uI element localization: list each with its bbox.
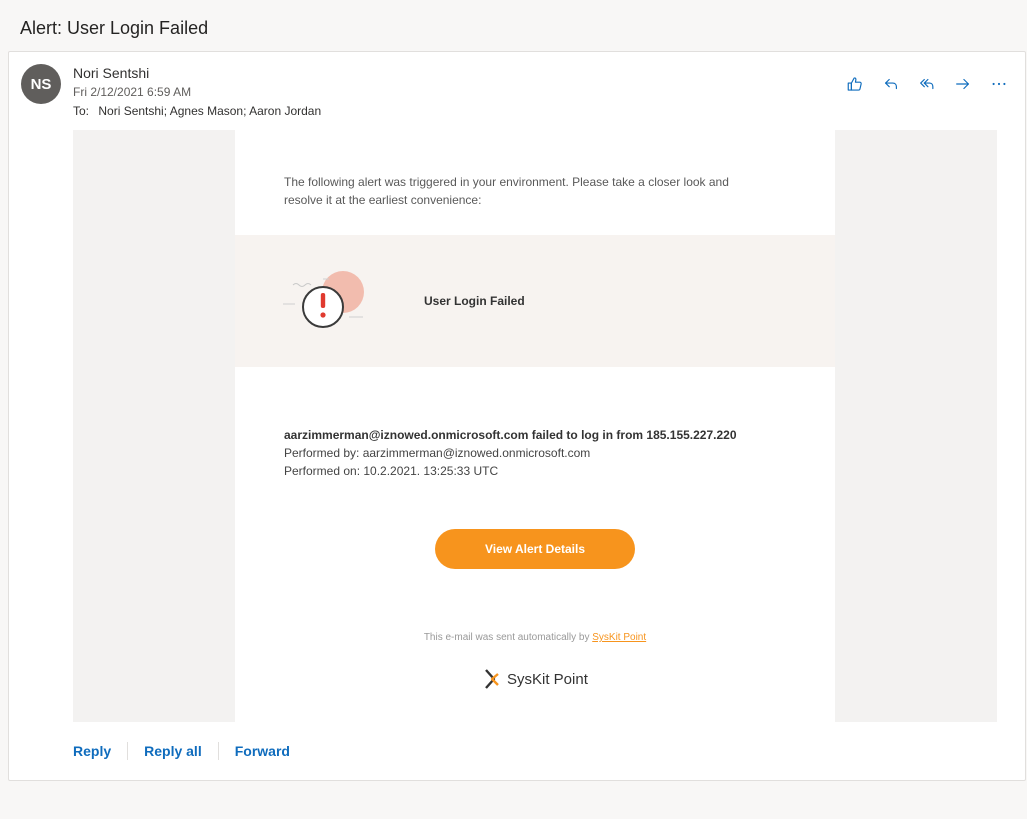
reply-button[interactable]: [879, 72, 903, 96]
forward-button[interactable]: [951, 72, 975, 96]
message-date: Fri 2/12/2021 6:59 AM: [73, 85, 192, 99]
syskit-point-link[interactable]: SysKit Point: [592, 632, 646, 643]
email-body: The following alert was triggered in you…: [235, 130, 835, 722]
more-icon: [992, 82, 1006, 86]
syskit-logo: SysKit Point: [483, 668, 588, 690]
reply-all-icon: [920, 78, 934, 90]
performed-on: Performed on: 10.2.2021. 13:25:33 UTC: [284, 464, 499, 478]
reply-button-bottom[interactable]: Reply: [73, 743, 111, 759]
message-card: NS Nori Sentshi Fri 2/12/2021 6:59 AM To…: [8, 51, 1026, 781]
to-label: To:: [73, 104, 90, 118]
like-button[interactable]: [843, 72, 867, 96]
reply-all-button-bottom[interactable]: Reply all: [144, 743, 202, 759]
alert-illustration-icon: [283, 271, 364, 328]
email-subject: Alert: User Login Failed: [20, 18, 209, 38]
reply-icon: [885, 78, 897, 90]
view-alert-details-button[interactable]: View Alert Details: [435, 529, 635, 569]
reply-bar: Reply Reply all Forward: [73, 742, 290, 760]
alert-title: User Login Failed: [424, 294, 525, 308]
forward-icon: [956, 78, 969, 90]
sender-name[interactable]: Nori Sentshi: [73, 65, 149, 81]
performed-by: Performed by: aarzimmerman@iznowed.onmic…: [284, 446, 591, 460]
alert-banner: User Login Failed: [235, 235, 835, 367]
syskit-logo-icon: [485, 669, 499, 689]
footer-text: This e-mail was sent automatically by: [423, 632, 593, 643]
footer-note: This e-mail was sent automatically by Sy…: [235, 632, 835, 643]
alert-summary: aarzimmerman@iznowed.onmicrosoft.com fai…: [284, 428, 737, 442]
forward-button-bottom[interactable]: Forward: [235, 743, 290, 759]
recipients[interactable]: Nori Sentshi; Agnes Mason; Aaron Jordan: [98, 104, 321, 118]
avatar[interactable]: NS: [21, 64, 61, 104]
email-content-frame: The following alert was triggered in you…: [73, 130, 997, 722]
recipients-line: To: Nori Sentshi; Agnes Mason; Aaron Jor…: [73, 104, 321, 118]
divider: [217, 742, 219, 760]
message-actions: [843, 72, 1011, 96]
logo-text: SysKit Point: [507, 670, 588, 688]
intro-text: The following alert was triggered in you…: [284, 175, 729, 207]
more-actions-button[interactable]: [987, 72, 1011, 96]
divider: [127, 742, 129, 760]
like-icon: [847, 77, 862, 91]
reply-all-button[interactable]: [915, 72, 939, 96]
alert-details: aarzimmerman@iznowed.onmicrosoft.com fai…: [284, 426, 737, 480]
